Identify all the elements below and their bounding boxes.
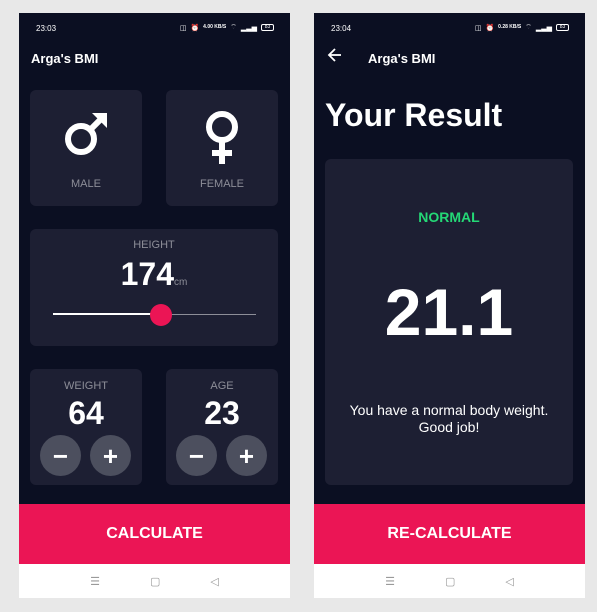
male-card[interactable]: MALE [30,90,142,206]
result-screen: 23:04 ◫ ⏰ 0.28 KB/S ⌔ ▂▃▅ 83 Arga's BMI … [314,13,585,598]
height-card: HEIGHT 174cm [30,229,278,346]
wifi-icon: ⌔ [525,24,532,31]
calculate-button[interactable]: CALCULATE [19,504,290,564]
weight-value: 64 [68,395,104,431]
battery-icon: 83 [556,24,569,31]
status-bar: 23:04 ◫ ⏰ 0.28 KB/S ⌔ ▂▃▅ 83 [314,13,585,43]
height-slider-active [53,313,161,315]
result-card: NORMAL 21.1 You have a normal body weigh… [325,159,573,485]
bmi-value: 21.1 [384,275,514,349]
age-minus-button[interactable]: − [176,435,217,476]
vibrate-icon: ◫ [179,24,187,32]
male-label: MALE [71,178,101,190]
status-time: 23:03 [36,24,57,33]
vibrate-icon: ◫ [474,24,482,32]
status-time: 23:04 [331,24,352,33]
arrow-left-icon[interactable] [327,47,343,68]
system-nav-bar: ☰ ▢ ◁ [19,564,290,598]
height-label: HEIGHT [133,239,175,251]
height-unit: cm [174,277,188,288]
wifi-icon: ⌔ [230,24,237,31]
nav-back-icon[interactable]: ◁ [505,575,513,588]
age-label: AGE [210,380,234,392]
result-status: NORMAL [418,209,480,225]
recalculate-button[interactable]: RE-CALCULATE [314,504,585,564]
age-plus-button[interactable]: + [226,435,267,476]
input-screen: 23:03 ◫ ⏰ 4.00 KB/S ⌔ ▂▃▅ 83 Arga's BMI … [19,13,290,598]
result-heading: Your Result [325,97,503,133]
nav-home-icon[interactable]: ▢ [150,575,160,588]
alarm-icon: ⏰ [190,24,200,32]
weight-minus-button[interactable]: − [40,435,81,476]
nav-menu-icon[interactable]: ☰ [90,575,100,588]
status-bar: 23:03 ◫ ⏰ 4.00 KB/S ⌔ ▂▃▅ 83 [19,13,290,43]
net-speed: 0.28 KB/S [498,24,522,30]
status-icons: ◫ ⏰ 0.28 KB/S ⌔ ▂▃▅ 83 [475,23,569,32]
nav-back-icon[interactable]: ◁ [210,575,218,588]
app-title: Arga's BMI [31,51,99,66]
weight-plus-button[interactable]: + [90,435,131,476]
result-message: You have a normal body weight. Good job! [349,402,549,435]
weight-card: WEIGHT 64 − + [30,369,142,485]
age-card: AGE 23 − + [166,369,278,485]
signal-icon: ▂▃▅ [240,24,257,32]
battery-icon: 83 [261,24,274,31]
signal-icon: ▂▃▅ [535,24,552,32]
alarm-icon: ⏰ [485,24,495,32]
net-speed: 4.00 KB/S [203,24,227,30]
age-value: 23 [204,395,240,431]
height-number: 174 [120,256,175,292]
female-symbol-icon [202,110,242,171]
height-slider-thumb[interactable] [149,304,172,326]
female-label: FEMALE [199,178,244,190]
system-nav-bar: ☰ ▢ ◁ [314,564,585,598]
nav-menu-icon[interactable]: ☰ [385,575,395,588]
nav-home-icon[interactable]: ▢ [445,575,455,588]
height-value: 174cm [30,256,278,293]
status-icons: ◫ ⏰ 4.00 KB/S ⌔ ▂▃▅ 83 [180,23,274,32]
female-card[interactable]: FEMALE [166,90,278,206]
weight-label: WEIGHT [64,380,108,392]
app-title: Arga's BMI [368,51,436,66]
male-symbol-icon [62,110,110,163]
